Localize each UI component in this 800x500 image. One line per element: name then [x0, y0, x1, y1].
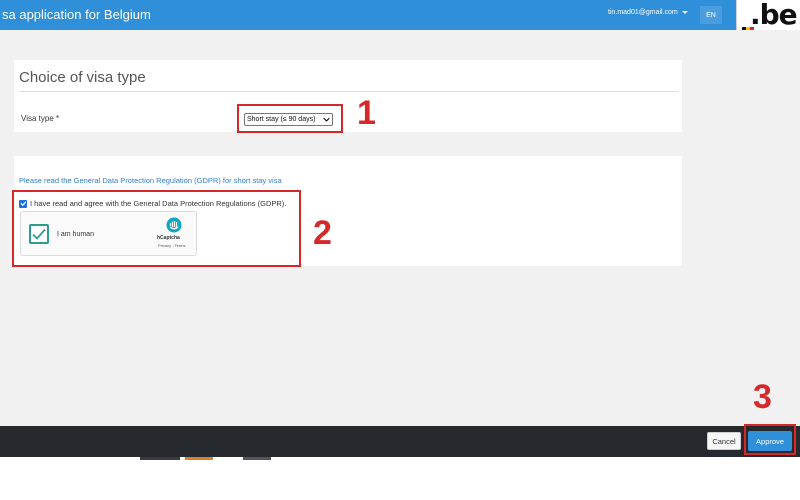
- step-number: 2: [313, 214, 332, 252]
- callout-box-gdpr: [12, 190, 301, 267]
- belgium-logo: .be: [736, 0, 800, 31]
- taskbar-strip: [243, 457, 271, 460]
- user-email: tin.mad01@gmail.com: [608, 9, 678, 16]
- divider: [19, 91, 679, 92]
- footer-bar: [0, 426, 800, 457]
- callout-box-approve: [744, 424, 796, 455]
- logo-text: .be: [750, 0, 798, 31]
- step-number: 1: [357, 94, 376, 132]
- language-button[interactable]: EN: [700, 6, 722, 24]
- taskbar-strip: [140, 457, 180, 460]
- gdpr-link[interactable]: Please read the General Data Protection …: [19, 176, 282, 185]
- cancel-button[interactable]: Cancel: [707, 432, 741, 450]
- user-menu[interactable]: tin.mad01@gmail.com: [608, 9, 688, 16]
- visa-type-card: Choice of visa type Visa type * Short st…: [14, 60, 682, 132]
- callout-box-visa-select: [237, 104, 343, 133]
- visa-type-label: Visa type *: [21, 114, 60, 123]
- taskbar-strip: [185, 457, 213, 460]
- caret-down-icon: [681, 11, 688, 14]
- step-number: 3: [753, 378, 772, 416]
- header-bar: sa application for Belgium tin.mad01@gma…: [0, 0, 800, 31]
- section-title: Choice of visa type: [19, 69, 146, 86]
- app-title: sa application for Belgium: [2, 7, 151, 22]
